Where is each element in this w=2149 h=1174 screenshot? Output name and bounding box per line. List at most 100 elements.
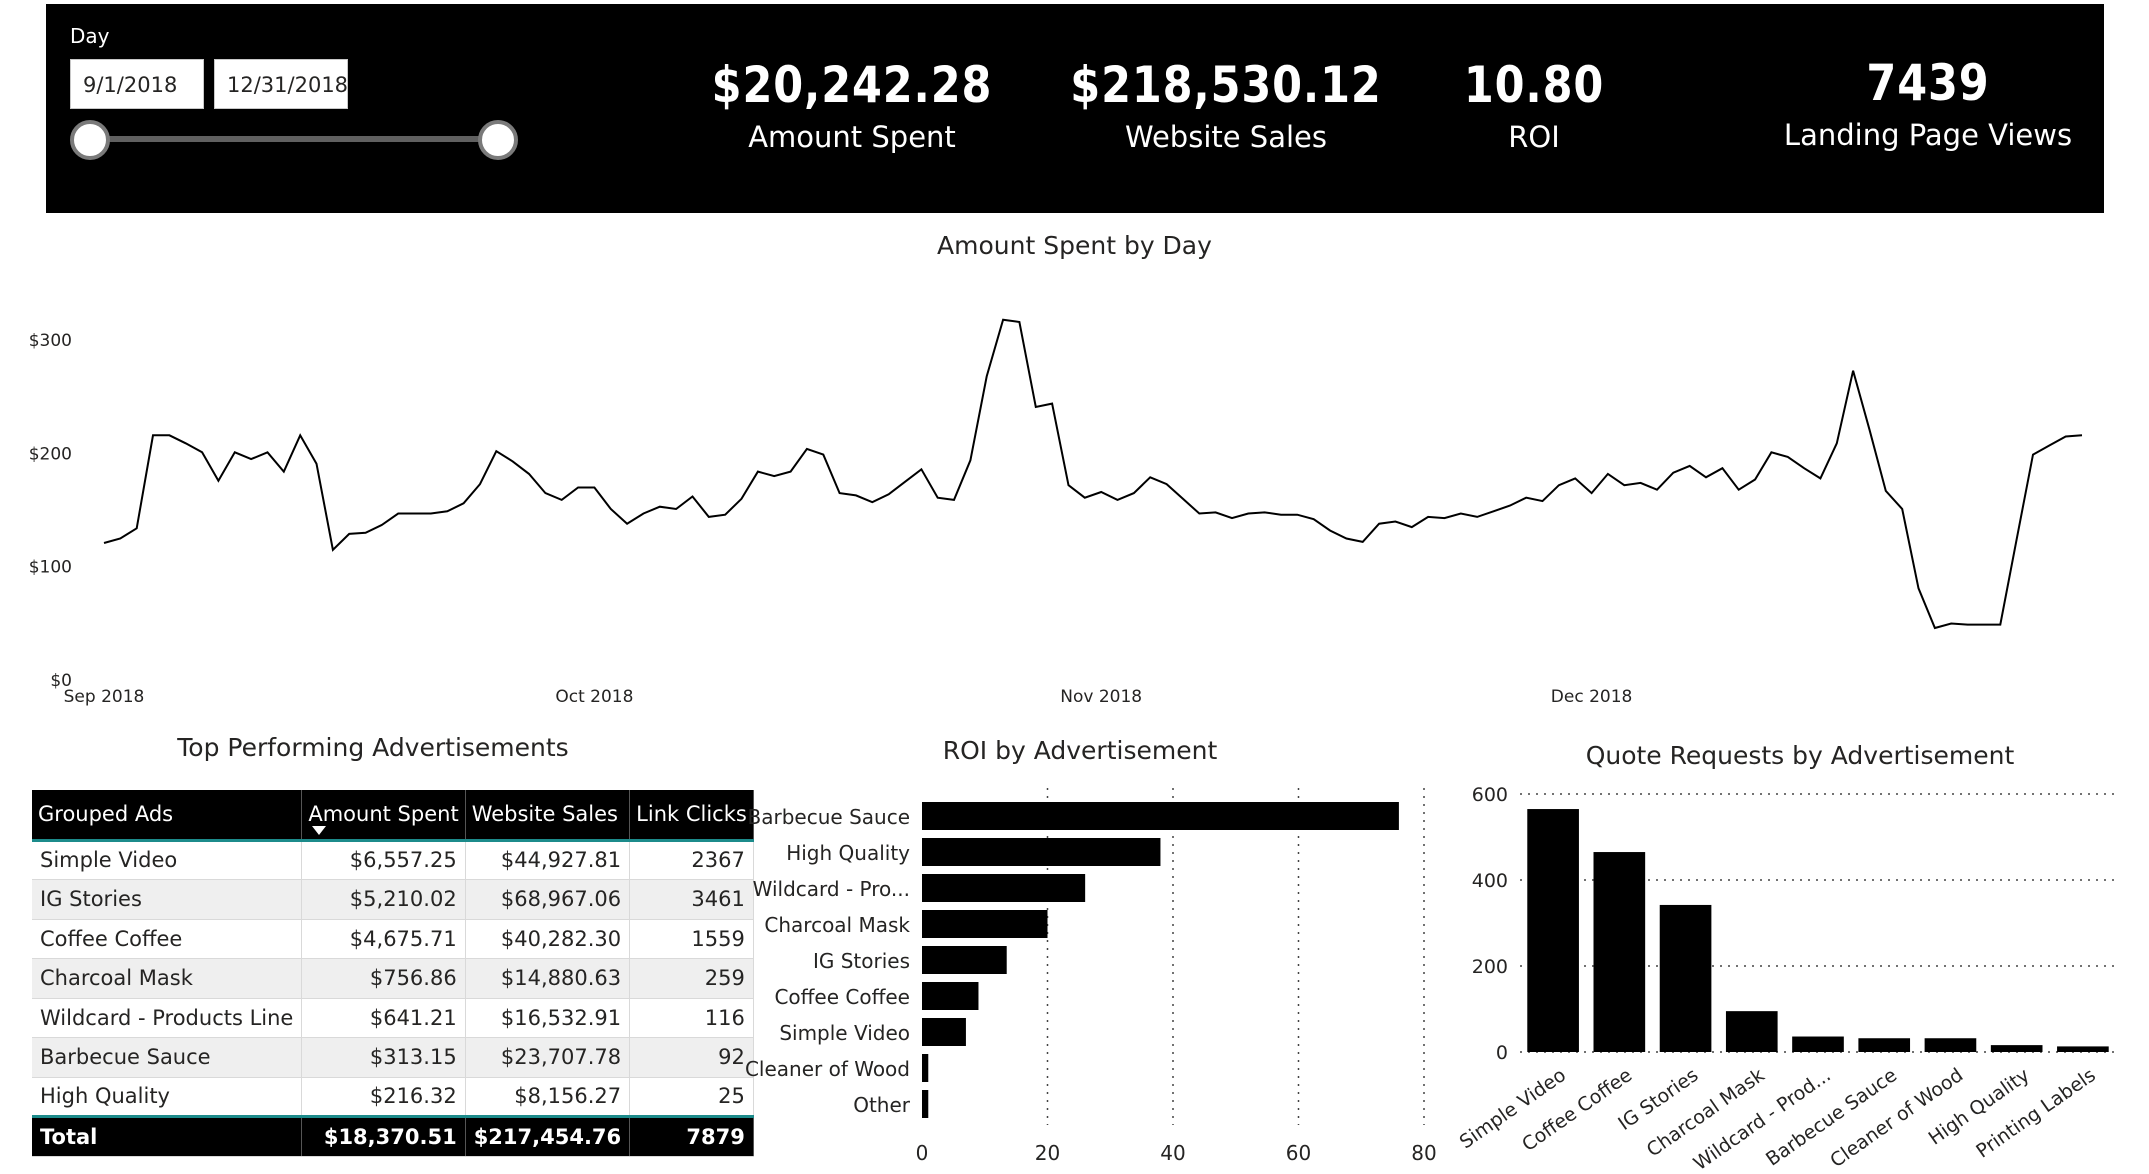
end-date-input[interactable]: 12/31/2018 [214,59,348,109]
slider-end-handle[interactable] [478,120,518,160]
cell-amount-spent: $6,557.25 [301,840,466,880]
cell-amount-spent: $4,675.71 [301,919,466,959]
table-row[interactable]: IG Stories $5,210.02 $68,967.06 3461 [32,879,754,920]
sort-descending-icon [312,825,327,835]
roi-bar[interactable] [922,1090,929,1118]
roi-bar[interactable] [922,802,1399,830]
column-header-amount-spent[interactable]: Amount Spent [301,790,466,840]
x-tick-label: 0 [916,1141,929,1165]
column-header-website-sales[interactable]: Website Sales [465,790,631,840]
date-slicer-title: Day [70,24,110,48]
cell-amount-spent: $216.32 [301,1077,466,1117]
table-row[interactable]: Charcoal Mask $756.86 $14,880.63 259 [32,958,754,999]
table-row[interactable]: Simple Video $6,557.25 $44,927.81 2367 [32,840,754,880]
table-row[interactable]: Wildcard - Products Line $641.21 $16,532.9… [32,998,754,1038]
x-tick-label: Sep 2018 [64,687,145,707]
category-label: High Quality [786,841,910,865]
quote-bar[interactable] [1593,852,1646,1052]
cell-amount-spent: $5,210.02 [301,879,466,920]
start-date-input[interactable]: 9/1/2018 [70,59,204,109]
cell-ad-name: High Quality [32,1077,303,1117]
table-total-row: Total $18,370.51 $217,454.76 7879 [32,1115,754,1157]
roi-chart-title: ROI by Advertisement [942,736,1218,765]
quote-chart-title: Quote Requests by Advertisement [1585,741,2015,770]
quote-bar[interactable] [2057,1046,2109,1052]
cell-ad-name: Barbecue Sauce [32,1037,303,1078]
y-tick-label: 0 [1496,1042,1508,1064]
y-tick-label: $100 [29,558,72,578]
x-tick-label: Oct 2018 [555,687,633,707]
roi-bar[interactable] [922,1054,929,1082]
kpi-label: Amount Spent [748,120,956,154]
header-bar: Day 9/1/2018 12/31/2018 $20,242.28 Amoun… [46,4,2104,213]
x-tick-label: Nov 2018 [1060,687,1142,707]
cell-amount-spent: $641.21 [301,998,466,1038]
table-row[interactable]: Coffee Coffee $4,675.71 $40,282.30 1559 [32,919,754,959]
kpi-roi: 10.80 ROI [1384,56,1684,154]
total-amount-spent: $18,370.51 [301,1115,466,1157]
roi-bar[interactable] [922,838,1161,866]
date-range-slider[interactable] [90,136,498,142]
x-tick-label: Dec 2018 [1551,687,1633,707]
y-tick-label: 600 [1472,784,1508,806]
category-label: Simple Video [779,1021,910,1045]
slider-start-handle[interactable] [70,120,110,160]
quote-bar[interactable] [1659,904,1712,1052]
column-header-grouped-ads[interactable]: Grouped Ads [32,790,303,840]
table-row[interactable]: High Quality $216.32 $8,156.27 25 [32,1077,754,1117]
cell-amount-spent: $313.15 [301,1037,466,1078]
quote-bar[interactable] [1527,809,1579,1052]
kpi-value: $20,242.28 [711,56,993,114]
x-tick-label: 80 [1411,1141,1436,1165]
cell-website-sales: $40,282.30 [465,919,631,959]
total-label: Total [32,1115,303,1157]
quote-bar[interactable] [1858,1038,1911,1052]
roi-bar[interactable] [922,874,1086,902]
kpi-label: Landing Page Views [1783,118,2073,152]
line-series-amount-spent[interactable] [103,318,2083,630]
category-label: Wildcard - Pro... [753,877,910,901]
cell-amount-spent: $756.86 [301,958,466,999]
quote-bar[interactable] [1990,1045,2043,1052]
x-tick-label: 20 [1035,1141,1060,1165]
roi-bar-chart[interactable]: Barbecue Sauce High Quality Wildcard - Pro… [730,780,1440,1170]
cell-website-sales: $44,927.81 [465,840,631,880]
y-tick-label: 200 [1472,956,1508,978]
category-label: Coffee Coffee [774,985,910,1009]
table-row[interactable]: Barbecue Sauce $313.15 $23,707.78 92 [32,1037,754,1078]
category-label: IG Stories [813,949,910,973]
kpi-value: $218,530.12 [1070,56,1382,114]
cell-ad-name: Simple Video [32,840,303,880]
kpi-landing-page-views: 7439 Landing Page Views [1708,54,2148,152]
amount-spent-line-chart[interactable]: $0$100$200$300 Sep 2018 Oct 2018 Nov 2018 D… [0,300,2149,710]
quote-requests-bar-chart[interactable]: 0200400600 Simple VideoCoffee CoffeeIG S… [1450,780,2149,1174]
kpi-website-sales: $218,530.12 Website Sales [1020,56,1432,154]
cell-ad-name: Wildcard - Products Line [32,998,303,1038]
cell-ad-name: IG Stories [32,879,303,920]
table-header-row: Grouped Ads Amount Spent Website Sales L… [32,790,754,840]
x-tick-label: 60 [1286,1141,1311,1165]
roi-bar[interactable] [922,946,1007,974]
category-label: Coffee Coffee [1518,1064,1636,1156]
kpi-label: ROI [1508,120,1560,154]
cell-website-sales: $68,967.06 [465,879,631,920]
kpi-value: 7439 [1866,54,1990,112]
quote-bar[interactable] [1725,1011,1778,1052]
quote-bar[interactable] [1924,1038,1977,1052]
column-header-label: Amount Spent [308,802,459,827]
kpi-value: 10.80 [1463,56,1605,114]
roi-bar[interactable] [922,910,1048,938]
y-tick-label: $300 [29,331,72,351]
quote-bar[interactable] [1792,1036,1844,1052]
x-tick-label: 40 [1160,1141,1185,1165]
top-ads-table: Grouped Ads Amount Spent Website Sales L… [32,790,754,1157]
cell-website-sales: $16,532.91 [465,998,631,1038]
cell-website-sales: $23,707.78 [465,1037,631,1078]
table-title: Top Performing Advertisements [177,733,569,762]
y-tick-label: $200 [29,444,72,464]
line-chart-title: Amount Spent by Day [937,231,1212,260]
total-website-sales: $217,454.76 [465,1115,631,1157]
roi-bar[interactable] [922,982,979,1010]
category-label: Printing Labels [1972,1064,2100,1162]
roi-bar[interactable] [922,1018,966,1046]
